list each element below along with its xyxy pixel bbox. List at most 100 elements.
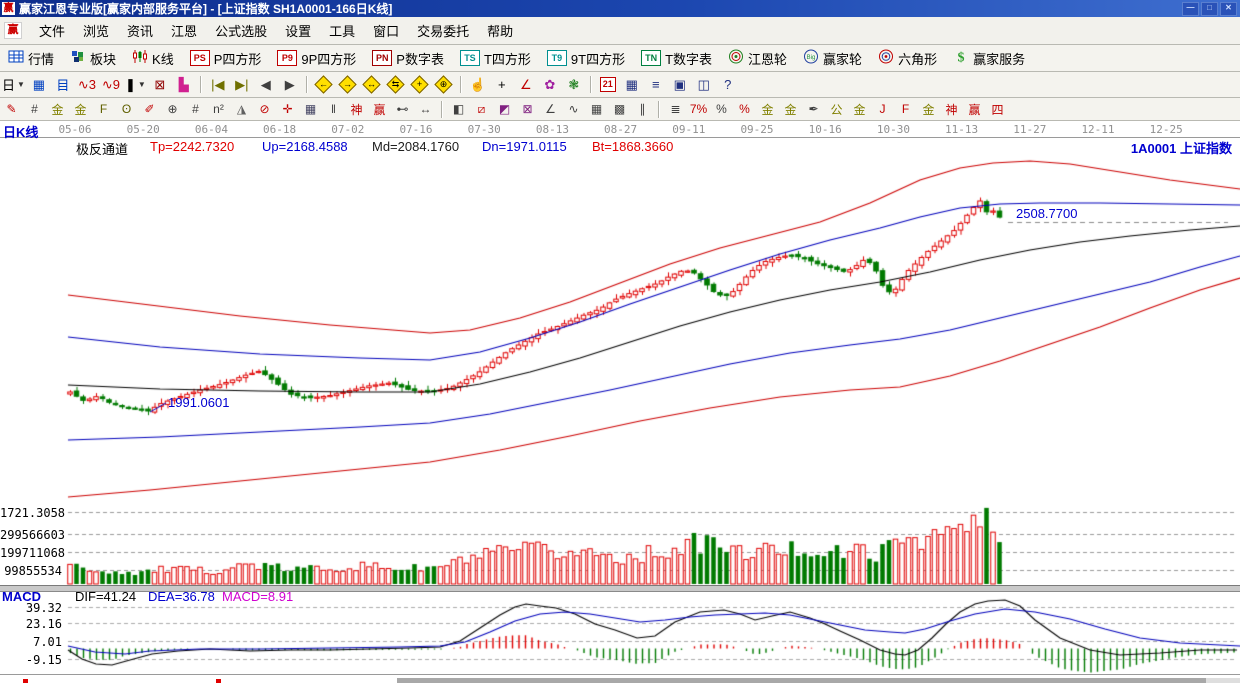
gann-flower-icon[interactable]: ✿ <box>539 74 561 95</box>
p-square-button[interactable]: PSP四方形 <box>182 46 270 71</box>
shen-tool-icon[interactable]: 神 <box>346 100 367 119</box>
notes-button[interactable]: ≡ <box>645 74 667 95</box>
seven-pct-icon[interactable]: 7% <box>688 100 709 119</box>
ying-tool-icon[interactable]: 赢 <box>369 100 390 119</box>
compass-icon[interactable]: ⊘ <box>254 100 275 119</box>
expand-all-button[interactable]: ⊕ <box>433 74 455 95</box>
prev-bar-button[interactable]: ◀ <box>255 74 277 95</box>
kline-button[interactable]: K线 <box>124 46 182 71</box>
menu-item-1[interactable]: 浏览 <box>74 18 118 43</box>
fan-lines-icon[interactable]: ⧄ <box>471 100 492 119</box>
calendar-button[interactable]: 21 <box>597 74 619 95</box>
gold-circle-icon[interactable]: 金 <box>757 100 778 119</box>
draw-pen-icon[interactable]: ✎ <box>1 100 22 119</box>
menu-item-8[interactable]: 交易委托 <box>408 18 478 43</box>
next-bar-button[interactable]: ▶ <box>279 74 301 95</box>
menu-item-6[interactable]: 工具 <box>320 18 364 43</box>
target-grid-icon[interactable]: ▦ <box>300 100 321 119</box>
period-day-button[interactable]: 日▼ <box>1 74 26 95</box>
n-square-icon[interactable]: n² <box>208 100 229 119</box>
ladder-icon[interactable]: ≣ <box>665 100 686 119</box>
menu-item-3[interactable]: 江恩 <box>162 18 206 43</box>
shade-grid-icon[interactable]: ▩ <box>609 100 630 119</box>
diagonal-icon[interactable]: ∥ <box>632 100 653 119</box>
angle-measure-button[interactable]: ∠ <box>515 74 537 95</box>
sector-button[interactable]: 板块 <box>62 46 124 71</box>
menu-item-5[interactable]: 设置 <box>276 18 320 43</box>
circle-grid-icon[interactable]: ⊕ <box>162 100 183 119</box>
expand-h-button[interactable]: ↔ <box>361 74 383 95</box>
p-table-button[interactable]: PNP数字表 <box>364 46 452 71</box>
draw-pen2-icon[interactable]: ✐ <box>139 100 160 119</box>
parallel-icon[interactable]: ‖ <box>323 100 344 119</box>
maximize-button[interactable]: □ <box>1201 2 1218 16</box>
gold-grid2-icon[interactable]: 金 <box>70 100 91 119</box>
winner-service-button[interactable]: $赢家服务 <box>945 46 1033 71</box>
export-button[interactable]: ◫ <box>693 74 715 95</box>
volume-bars-icon[interactable]: ▙ <box>173 74 195 95</box>
percent-icon[interactable]: % <box>711 100 732 119</box>
crosshair-button[interactable]: + <box>491 74 513 95</box>
hash-lines-icon[interactable]: # <box>185 100 206 119</box>
shift-left-button[interactable]: ← <box>313 74 335 95</box>
jump-first-button[interactable]: |◀ <box>207 74 229 95</box>
percent-line-icon[interactable]: % <box>734 100 755 119</box>
gold-line-icon[interactable]: 金 <box>780 100 801 119</box>
close-button[interactable]: ✕ <box>1220 2 1237 16</box>
compress-h-button[interactable]: ⇆ <box>385 74 407 95</box>
candle-style-button[interactable]: ❚▼ <box>124 74 147 95</box>
expand-v-button[interactable]: + <box>409 74 431 95</box>
window-layout-icon[interactable]: ▦ <box>28 74 50 95</box>
9t-square-button[interactable]: T99T四方形 <box>539 46 633 71</box>
target-cross-icon[interactable]: ✛ <box>277 100 298 119</box>
spiral-icon[interactable]: ʘ <box>116 100 137 119</box>
menu-item-2[interactable]: 资讯 <box>118 18 162 43</box>
si-angle-icon[interactable]: 四 <box>987 100 1008 119</box>
help-button[interactable]: ? <box>717 74 739 95</box>
t-table-button[interactable]: TNT数字表 <box>633 46 720 71</box>
line3-chart-icon[interactable]: ∿3 <box>76 74 98 95</box>
gong-wave-icon[interactable]: 公 <box>826 100 847 119</box>
t-square-button[interactable]: TST四方形 <box>452 46 539 71</box>
f-angle-icon[interactable]: F <box>895 100 916 119</box>
menu-item-4[interactable]: 公式选股 <box>206 18 276 43</box>
scrollbar-track[interactable] <box>1206 678 1240 683</box>
gold-grid-icon[interactable]: 金 <box>47 100 68 119</box>
pan-hand-button[interactable]: ☝ <box>467 74 489 95</box>
box-x-icon[interactable]: ⊠ <box>517 100 538 119</box>
gann-pattern-icon[interactable]: ❃ <box>563 74 585 95</box>
9p-square-button[interactable]: P99P四方形 <box>269 46 364 71</box>
save-button[interactable]: ▣ <box>669 74 691 95</box>
wave-icon[interactable]: ∿ <box>563 100 584 119</box>
ying-angle-icon[interactable]: 赢 <box>964 100 985 119</box>
shift-right-button[interactable]: → <box>337 74 359 95</box>
winner-wheel-button[interactable]: Big赢家轮 <box>795 46 870 71</box>
gann-wheel-button[interactable]: 江恩轮 <box>720 46 795 71</box>
pen-gold-icon[interactable]: ✒ <box>803 100 824 119</box>
quote-button[interactable]: 行情 <box>0 46 62 71</box>
kline-pattern-icon[interactable]: ⊠ <box>149 74 171 95</box>
j-angle-icon[interactable]: J <box>872 100 893 119</box>
ruler-icon[interactable]: ⊷ <box>392 100 413 119</box>
grid-lines-icon[interactable]: # <box>24 100 45 119</box>
menu-item-0[interactable]: 文件 <box>30 18 74 43</box>
span-arrow-icon[interactable]: ↔ <box>415 100 436 119</box>
menu-item-7[interactable]: 窗口 <box>364 18 408 43</box>
dense-grid-icon[interactable]: ▦ <box>586 100 607 119</box>
quote-list-icon[interactable]: 目 <box>52 74 74 95</box>
gold-angle-icon[interactable]: 金 <box>849 100 870 119</box>
calculator-button[interactable]: ▦ <box>621 74 643 95</box>
menu-item-9[interactable]: 帮助 <box>478 18 522 43</box>
fan-box-icon[interactable]: ◩ <box>494 100 515 119</box>
line9-chart-icon[interactable]: ∿9 <box>100 74 122 95</box>
gold-angle2-icon[interactable]: 金 <box>918 100 939 119</box>
shen-angle-icon[interactable]: 神 <box>941 100 962 119</box>
angle-a-icon[interactable]: ◮ <box>231 100 252 119</box>
angle-lines-icon[interactable]: ∠ <box>540 100 561 119</box>
minimize-button[interactable]: — <box>1182 2 1199 16</box>
hexagon-button[interactable]: 六角形 <box>870 46 945 71</box>
jump-last-button[interactable]: ▶| <box>231 74 253 95</box>
box-tool-icon[interactable]: ◧ <box>448 100 469 119</box>
f-grid-icon[interactable]: F <box>93 100 114 119</box>
scrollbar-thumb[interactable] <box>397 678 1206 683</box>
